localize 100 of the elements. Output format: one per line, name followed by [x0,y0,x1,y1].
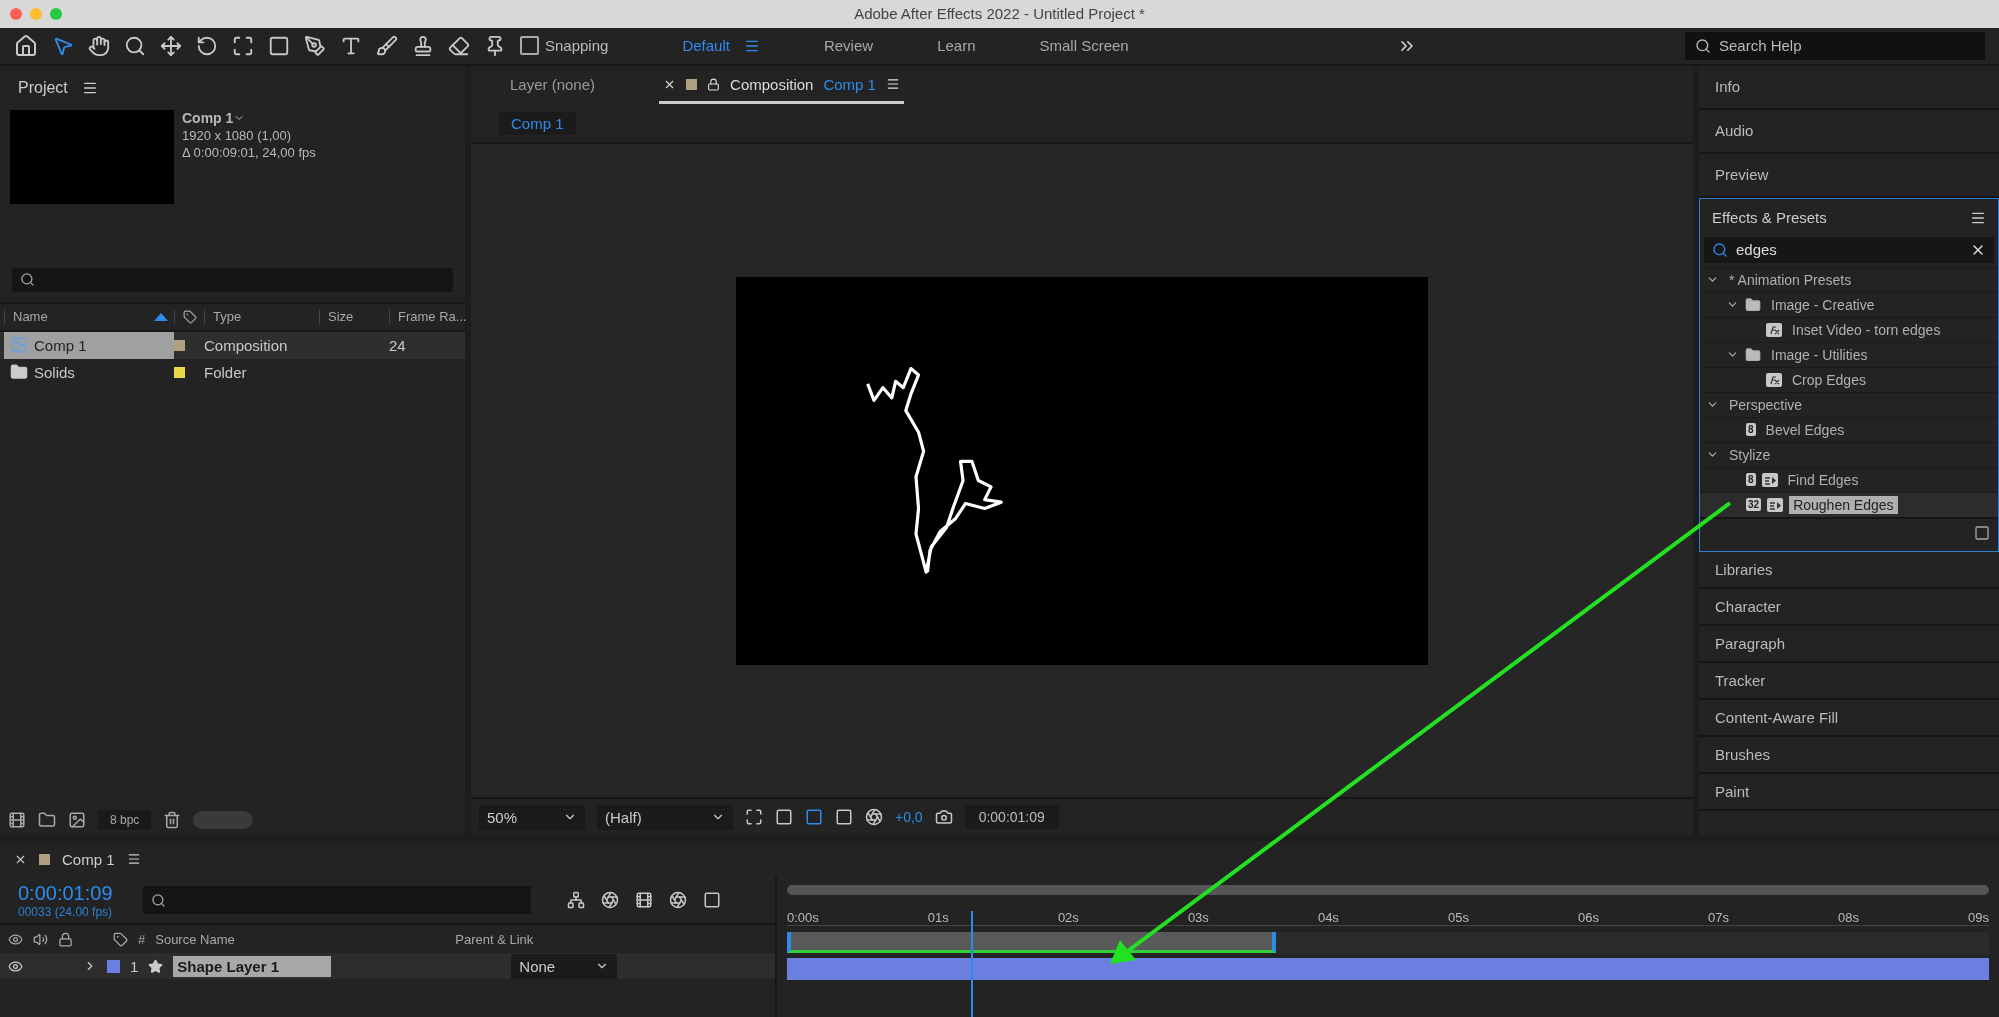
lock-icon[interactable] [58,931,73,947]
tree-item[interactable]: Perspective [1725,395,1807,414]
label-icon [113,931,128,947]
ruler-label: 07s [1707,910,1729,926]
snapping-checkbox[interactable]: Snapping [520,36,609,56]
tree-item[interactable]: Bevel Edges [1761,420,1849,439]
effects-search-field[interactable]: edges [1704,236,1994,263]
exposure-value[interactable]: +0,0 [895,809,923,826]
ruler-label: 02s [1057,910,1079,926]
panel-tab[interactable]: Audio [1699,109,1999,154]
panel-tab[interactable]: Tracker [1699,662,1999,700]
trash-icon[interactable] [163,811,182,830]
panel-tab[interactable]: Character [1699,588,1999,626]
zoom-dropdown[interactable]: 50% [479,804,585,830]
home-icon[interactable] [14,33,38,58]
pen-icon[interactable] [304,34,326,57]
frame-rate-cell-text: 24 [389,336,407,354]
folder-icon [1745,296,1761,313]
search-icon[interactable] [124,34,146,57]
lock-icon[interactable] [707,77,721,91]
parent-dropdown[interactable]: None [511,953,618,979]
search-field[interactable] [142,886,531,915]
window-title: Adobe After Effects 2022 - Untitled Project * [854,5,1145,23]
bit-depth-badge: 8 [1746,473,1756,487]
panel-tab[interactable]: Paragraph [1699,625,1999,663]
stamp-icon[interactable] [412,34,434,57]
panel-tab[interactable]: Brushes [1699,736,1999,774]
label-icon [183,309,197,324]
layer-bar[interactable] [787,958,1989,981]
bit-depth-badge: 32 [1746,498,1762,512]
search-icon [20,272,35,288]
search-help-field[interactable]: Search Help [1685,31,1985,60]
column-header[interactable]: Type [204,309,319,325]
camera-icon[interactable] [934,808,953,827]
workspace-tab[interactable]: Learn [937,37,976,55]
menu-icon[interactable] [126,852,141,867]
work-area-bar[interactable] [787,932,1276,954]
viewer-tab[interactable]: Layer (none) [506,67,600,104]
tree-item[interactable]: Roughen Edges [1789,495,1898,514]
frame-info: 00033 (24.00 fps) [18,904,113,919]
tree-item[interactable]: Stylize [1725,445,1775,464]
tree-item[interactable]: Find Edges [1783,470,1863,489]
column-header[interactable]: Size [319,309,389,325]
comp-breadcrumb[interactable]: Comp 1 [499,112,576,136]
search-icon [150,892,166,908]
playhead[interactable] [970,911,973,1017]
ruler-label: 03s [1187,910,1209,926]
resolution-dropdown[interactable]: (Half) [597,804,733,830]
comp-duration: Δ 0:00:09:01, 24,00 fps [182,144,316,160]
comp-resolution: 1920 x 1080 (1,00) [182,127,293,143]
composition-icon [10,336,28,355]
panel-title: Effects & Presets [1712,209,1827,227]
rectangle-icon[interactable] [268,34,290,57]
eye-icon[interactable] [8,931,23,947]
viewer-tab[interactable]: Composition Comp 1 [659,67,904,104]
type-cell-text: Folder [204,363,248,381]
ruler-label: 09s [1968,910,1989,926]
tree-item[interactable]: * Animation Presets [1725,270,1856,289]
tree-item[interactable]: Image - Utilities [1767,345,1872,364]
folder-icon[interactable] [38,811,56,830]
tree-item[interactable]: Crop Edges [1788,370,1870,389]
audio-icon[interactable] [33,931,48,947]
new-bin-icon[interactable] [1974,524,1990,541]
panel-tab[interactable]: Libraries [1699,551,1999,589]
ruler-label: 04s [1317,910,1339,926]
workspace-tab[interactable]: Small Screen [1039,37,1129,55]
bit-depth-button[interactable]: 8 bpc [98,810,152,831]
move-icon[interactable] [160,34,182,57]
ruler-label: 05s [1447,910,1469,926]
sort-icon[interactable] [154,312,168,321]
brush-icon[interactable] [376,34,398,57]
viewer-timecode[interactable]: 0:00:01:09 [964,805,1059,830]
search-field[interactable] [12,267,453,292]
eraser-icon[interactable] [448,34,470,57]
preset-icon [1766,372,1782,387]
panel-tab[interactable]: Info [1699,65,1999,110]
tree-item[interactable]: Image - Creative [1767,295,1879,314]
network-icon[interactable] [566,891,585,910]
panel-tab[interactable]: Content-Aware Fill [1699,699,1999,737]
workspace-tab[interactable]: Default [682,37,730,55]
composition-icon[interactable] [68,811,86,830]
panel-tab[interactable]: Paint [1699,773,1999,811]
workspace-tab[interactable]: Review [823,37,874,55]
rotate-icon[interactable] [196,34,218,57]
eye-icon[interactable] [8,958,23,974]
mask-icon[interactable] [805,808,823,827]
project-item[interactable]: Solids [34,363,75,381]
panel-tab[interactable]: Preview [1699,153,1999,198]
column-header[interactable]: Name [4,309,174,325]
layer-name[interactable]: Shape Layer 1 [173,955,332,977]
hand-icon[interactable] [88,34,110,57]
shape-path[interactable] [866,366,1003,574]
column-header[interactable]: Frame Ra... [389,309,464,325]
timeline-tab[interactable]: Comp 1 [62,850,115,868]
ruler-label: 01s [927,910,949,926]
menu-icon[interactable] [885,77,900,92]
current-timecode[interactable]: 0:00:01:09 [18,881,113,905]
comp-swatch [39,853,50,865]
tree-item[interactable]: Inset Video - torn edges [1788,320,1945,339]
search-icon [1695,37,1711,54]
